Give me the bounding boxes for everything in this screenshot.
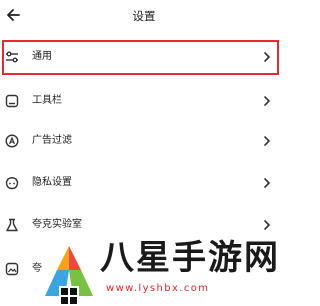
settings-row-label: 夸克实验室 <box>32 219 82 230</box>
chevron-right-icon <box>264 220 271 230</box>
image-icon <box>5 262 19 276</box>
toolbar-icon <box>5 94 19 108</box>
ad-filter-icon <box>5 134 19 148</box>
chevron-right-icon <box>264 96 271 106</box>
watermark-url: www.lyshbx.com <box>106 283 210 294</box>
watermark-logo <box>39 244 99 306</box>
watermark-text: 八星手游网 <box>100 238 280 278</box>
settings-row-ad-filter[interactable]: 广告过滤 <box>0 124 288 160</box>
settings-row-label: 广告过滤 <box>32 135 72 146</box>
chevron-right-icon <box>264 136 271 146</box>
settings-row-label: 工具栏 <box>32 95 62 106</box>
chevron-right-icon <box>264 178 271 188</box>
privacy-icon <box>5 177 19 190</box>
highlight-box <box>2 40 279 75</box>
header-bar: 设置 <box>0 0 288 34</box>
flask-icon <box>6 218 18 232</box>
settings-row-toolbar[interactable]: 工具栏 <box>0 84 288 120</box>
settings-row-label: 隐私设置 <box>32 177 72 188</box>
page-title: 设置 <box>132 9 156 23</box>
settings-row-privacy[interactable]: 隐私设置 <box>0 166 288 202</box>
